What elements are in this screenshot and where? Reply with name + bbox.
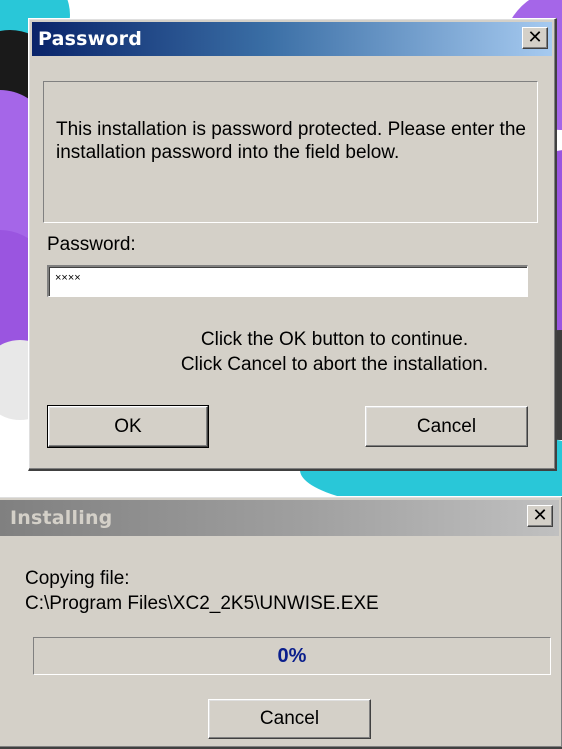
hint-line-2: Click Cancel to abort the installation. [180,354,489,375]
ok-button[interactable]: OK [47,405,209,448]
progress-text: 0% [277,645,307,667]
hint-line-1: Click the OK button to continue. [200,329,469,350]
file-path: C:\Program Files\XC2_2K5\UNWISE.EXE [25,593,379,614]
password-dialog: Password ✕ This installation is password… [28,18,557,471]
installing-cancel-label: Cancel [259,708,320,729]
close-icon: ✕ [527,27,543,48]
copying-label: Copying file: [25,568,130,589]
message-text: This installation is password protected.… [56,119,526,163]
password-value: ×××× [55,272,81,284]
close-button[interactable]: ✕ [522,27,548,49]
password-titlebar[interactable]: Password ✕ [32,22,552,56]
installing-dialog-title: Installing [10,507,113,529]
progress-bar: 0% [33,637,551,675]
installing-cancel-button[interactable]: Cancel [208,699,371,739]
cancel-button-label: Cancel [416,415,477,437]
password-label: Password: [47,234,136,255]
password-input[interactable]: ×××× [47,265,528,297]
installing-titlebar[interactable]: Installing ✕ [0,500,559,536]
password-dialog-title: Password [38,28,143,50]
message-panel: This installation is password protected.… [43,81,538,223]
installing-dialog: Installing ✕ Copying file: C:\Program Fi… [0,496,562,749]
installing-close-button[interactable]: ✕ [527,505,553,527]
close-icon: ✕ [532,505,548,526]
ok-button-label: OK [114,415,142,437]
cancel-button[interactable]: Cancel [365,406,528,447]
